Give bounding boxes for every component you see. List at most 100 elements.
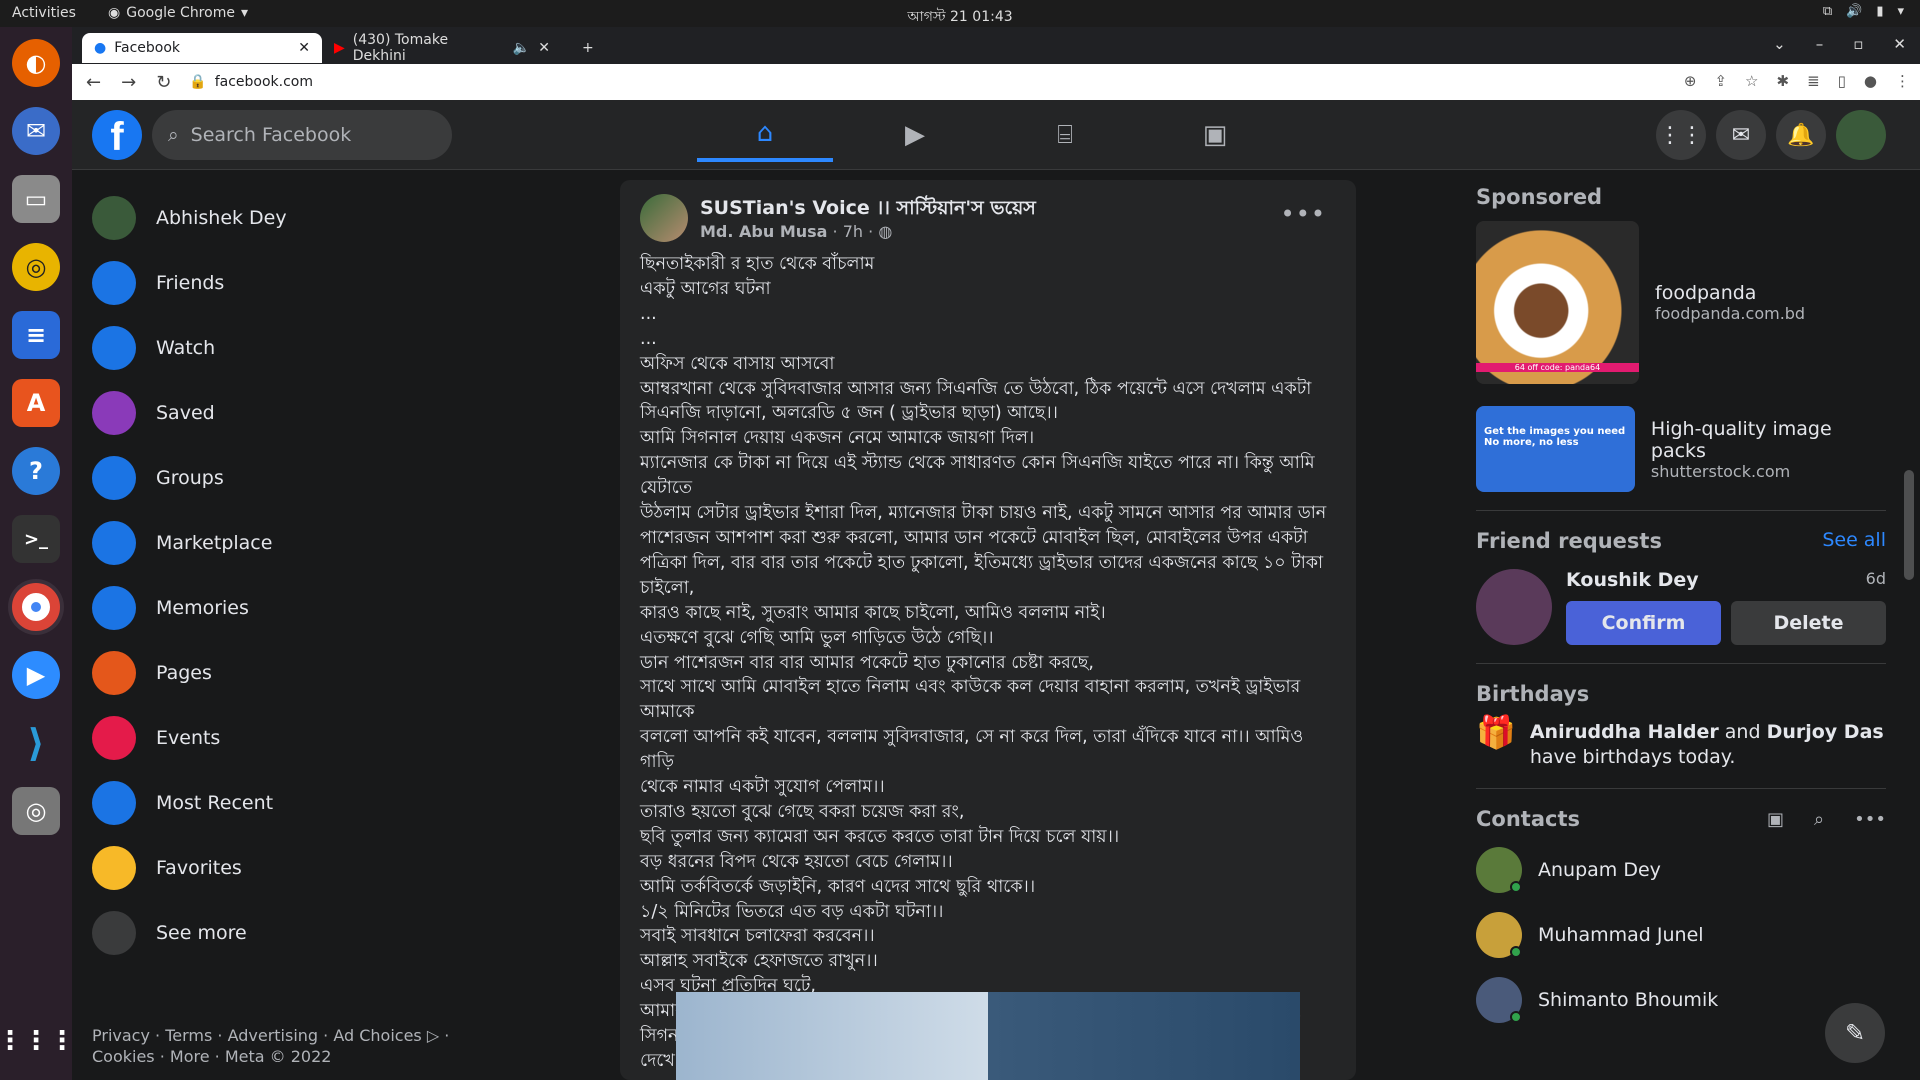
nav-gaming[interactable]: ▣ — [1147, 108, 1283, 162]
sidebar-item[interactable]: Marketplace — [82, 510, 602, 575]
facebook-logo-icon[interactable]: f — [92, 110, 142, 160]
close-icon[interactable]: ✕ — [298, 40, 310, 56]
chevron-down-icon[interactable]: ⌄ — [1773, 35, 1786, 53]
help-icon[interactable]: ? — [12, 447, 60, 495]
sidebar-item[interactable]: Watch — [82, 315, 602, 380]
sidebar-item[interactable]: Memories — [82, 575, 602, 640]
software-icon[interactable]: A — [12, 379, 60, 427]
reload-icon[interactable]: ↻ — [156, 72, 171, 93]
star-icon[interactable]: ☆ — [1745, 72, 1758, 90]
sidebar-item-label: Friends — [156, 271, 225, 294]
window-controls: ⌄ – ▫ ✕ — [1773, 35, 1906, 53]
contact-avatar — [1476, 846, 1522, 893]
nav-marketplace[interactable]: ⌸ — [997, 108, 1133, 162]
scrollbar[interactable] — [1904, 470, 1914, 580]
contact-item[interactable]: Muhammad Junel — [1476, 902, 1886, 967]
tab-label: (430) Tomake Dekhini — [352, 32, 449, 64]
sidebar-item[interactable]: Favorites — [82, 835, 602, 900]
saved-icon — [92, 390, 136, 435]
confirm-button[interactable]: Confirm — [1566, 601, 1721, 645]
mute-icon[interactable]: 🔈 — [513, 40, 530, 56]
tab-youtube[interactable]: ▶ (430) Tomake Dekhini 🔈 ✕ — [322, 32, 562, 64]
sidebar-item[interactable]: Most Recent — [82, 770, 602, 835]
files-icon[interactable]: ▭ — [12, 175, 60, 223]
url-field[interactable]: 🔒 facebook.com — [189, 74, 313, 90]
post-line: থেকে নামার একটা সুযোগ পেলাম।। — [640, 777, 885, 798]
new-message-icon[interactable]: ✎ — [1825, 1003, 1885, 1063]
system-tray[interactable]: ⧉ 🔊 ▮ ▾ — [1823, 4, 1904, 19]
nav-watch[interactable]: ▶ — [847, 108, 983, 162]
ad-image-text: 64 off code: panda64 — [1476, 363, 1639, 372]
profile-icon[interactable]: ● — [1864, 72, 1877, 90]
requester-avatar[interactable] — [1476, 569, 1552, 645]
extensions-icon[interactable]: ✱ — [1776, 72, 1789, 90]
see-all-link[interactable]: See all — [1822, 529, 1886, 553]
contact-item[interactable]: Shimanto Bhoumik — [1476, 967, 1886, 1032]
post-time[interactable]: 7h — [843, 222, 863, 241]
most-recent-icon — [92, 780, 136, 825]
close-icon[interactable]: ✕ — [538, 40, 550, 56]
rhythmbox-icon[interactable]: ◎ — [12, 243, 60, 291]
disk-icon[interactable]: ◎ — [12, 787, 60, 835]
sidebar-item-label: See more — [156, 921, 247, 944]
globe-icon: ◍ — [878, 222, 893, 241]
search-icon[interactable]: ⌕ — [1814, 809, 1824, 830]
clock[interactable]: আগস্ট 21 01:43 — [0, 5, 1920, 29]
search-input[interactable]: ⌕ Search Facebook — [152, 110, 452, 160]
post-image[interactable] — [676, 992, 1300, 1080]
footer-links[interactable]: Privacy · Terms · Advertising · Ad Choic… — [92, 1025, 512, 1067]
new-tab-button[interactable]: + — [570, 33, 606, 63]
writer-icon[interactable]: ≡ — [12, 311, 60, 359]
watch-icon — [92, 325, 136, 370]
birthday-item[interactable]: 🎁 Aniruddha Halder and Durjoy Das have b… — [1476, 716, 1886, 770]
chevron-down-icon — [92, 910, 136, 955]
sidebar-item[interactable]: See more — [82, 900, 602, 965]
sidebar-item[interactable]: Friends — [82, 250, 602, 315]
tab-facebook[interactable]: ● Facebook ✕ — [82, 33, 322, 63]
ad-item[interactable]: 64 off code: panda64 foodpanda foodpanda.… — [1476, 221, 1886, 384]
app-grid-icon[interactable]: ⋮⋮⋮ — [0, 1017, 75, 1065]
messenger-icon[interactable]: ✉ — [1716, 110, 1766, 160]
menu-grid-icon[interactable]: ⋮⋮ — [1656, 110, 1706, 160]
reading-list-icon[interactable]: ≣ — [1807, 72, 1820, 90]
close-window-icon[interactable]: ✕ — [1893, 35, 1906, 53]
terminal-icon[interactable]: >_ — [12, 515, 60, 563]
zoom-icon[interactable]: ▶ — [12, 651, 60, 699]
thunderbird-icon[interactable]: ✉ — [12, 107, 60, 155]
maximize-icon[interactable]: ▫ — [1853, 35, 1863, 53]
post-author[interactable]: Md. Abu Musa — [700, 222, 827, 241]
sidebar-item[interactable]: Saved — [82, 380, 602, 445]
sidebar-item[interactable]: Events — [82, 705, 602, 770]
left-sidebar: Abhishek Dey Friends Watch Saved Groups Marke… — [82, 185, 602, 965]
requester-name[interactable]: Koushik Dey — [1566, 569, 1699, 591]
vscode-icon[interactable]: ⟩ — [12, 719, 60, 767]
nav-home[interactable]: ⌂ — [697, 108, 833, 162]
back-icon[interactable]: ← — [86, 72, 101, 93]
sidebar-item[interactable]: Groups — [82, 445, 602, 510]
account-avatar[interactable] — [1836, 110, 1886, 160]
firefox-icon[interactable]: ◐ — [12, 39, 60, 87]
post-line: সিএনজি দাড়ানো, অলরেডি ৫ জন ( ড্রাইভার ছ… — [640, 403, 1058, 424]
chrome-dock-icon[interactable] — [12, 583, 60, 631]
share-icon[interactable]: ⇪ — [1714, 72, 1727, 90]
menu-icon[interactable]: ⋮ — [1895, 72, 1910, 90]
birthday-rest: have birthdays today. — [1529, 746, 1736, 768]
more-options-icon[interactable]: ••• — [1281, 200, 1326, 228]
birthday-name: Aniruddha Halder — [1529, 721, 1719, 743]
sidepanel-icon[interactable]: ▯ — [1838, 72, 1846, 90]
delete-button[interactable]: Delete — [1731, 601, 1886, 645]
sidebar-item[interactable]: Abhishek Dey — [82, 185, 602, 250]
page-avatar[interactable] — [640, 194, 688, 242]
notifications-icon[interactable]: 🔔 — [1776, 110, 1826, 160]
sidebar-item[interactable]: Pages — [82, 640, 602, 705]
minimize-icon[interactable]: – — [1816, 35, 1824, 53]
post-line: পত্রিকা দিল, বার বার তার পকেটে হাত ঢুকাল… — [640, 552, 1324, 573]
more-icon[interactable]: ••• — [1854, 809, 1886, 830]
facebook-favicon-icon: ● — [94, 40, 107, 56]
ad-item[interactable]: Get the images you need No more, no less… — [1476, 406, 1886, 492]
contact-item[interactable]: Anupam Dey — [1476, 837, 1886, 902]
forward-icon[interactable]: → — [121, 72, 136, 93]
zoom-icon[interactable]: ⊕ — [1684, 72, 1697, 90]
post-line: চাইলো, — [640, 577, 695, 598]
new-room-icon[interactable]: ▣ — [1767, 809, 1784, 830]
